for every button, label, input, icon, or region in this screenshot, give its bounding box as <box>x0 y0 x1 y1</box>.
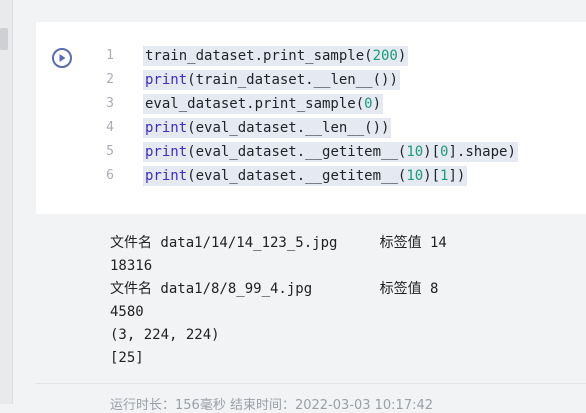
play-circle-icon <box>59 54 66 62</box>
output-line: 文件名 data1/8/8_99_4.jpg 标签值 8 <box>110 281 439 297</box>
code-text[interactable]: print(eval_dataset.__getitem__(10)[0].sh… <box>143 142 518 162</box>
code-text[interactable]: eval_dataset.print_sample(0) <box>143 94 384 114</box>
code-token: ) <box>372 96 382 112</box>
code-line[interactable]: 3 eval_dataset.print_sample(0) <box>100 92 518 116</box>
code-token: )[ <box>423 168 441 184</box>
code-token: (eval_dataset.__len__()) <box>187 120 390 136</box>
code-line[interactable]: 4 print(eval_dataset.__len__()) <box>100 116 518 140</box>
line-number: 4 <box>106 120 114 135</box>
code-text[interactable]: print(eval_dataset.__getitem__(10)[1]) <box>143 166 468 186</box>
code-token: eval_dataset.print_sample( <box>145 96 365 112</box>
code-editor[interactable]: 1 train_dataset.print_sample(200) 2 print(t… <box>100 44 518 188</box>
code-line[interactable]: 1 train_dataset.print_sample(200) <box>100 44 518 68</box>
line-number: 5 <box>106 144 114 159</box>
cell-output: 文件名 data1/14/14_123_5.jpg 标签值 14 18316 文件名… <box>110 232 447 370</box>
keyword-token: print <box>145 120 188 136</box>
code-line[interactable]: 5 print(eval_dataset.__getitem__(10)[0].s… <box>100 140 518 164</box>
line-number: 6 <box>106 168 114 183</box>
code-line[interactable]: 2 print(train_dataset.__len__()) <box>100 68 518 92</box>
code-line[interactable]: 6 print(eval_dataset.__getitem__(10)[1]) <box>100 164 518 188</box>
code-text[interactable]: print(train_dataset.__len__()) <box>143 70 400 90</box>
line-number: 3 <box>106 96 114 111</box>
code-token: ) <box>397 48 407 64</box>
line-number: 1 <box>106 48 114 63</box>
code-text[interactable]: print(eval_dataset.__len__()) <box>143 118 392 138</box>
code-token: (eval_dataset.__getitem__( <box>187 144 407 160</box>
code-token: ]) <box>448 168 466 184</box>
run-cell-button[interactable] <box>52 48 72 68</box>
previous-cell-edge <box>36 0 586 22</box>
number-token: 10 <box>406 144 424 160</box>
code-token: (train_dataset.__len__()) <box>187 72 398 88</box>
number-token: 10 <box>406 168 424 184</box>
keyword-token: print <box>145 144 188 160</box>
number-token: 200 <box>372 48 398 64</box>
footer-divider <box>36 383 586 384</box>
output-line: 文件名 data1/14/14_123_5.jpg 标签值 14 <box>110 235 447 251</box>
output-line: 4580 <box>110 304 144 320</box>
line-number: 2 <box>106 72 114 87</box>
number-token: 0 <box>364 96 373 112</box>
keyword-token: print <box>145 168 188 184</box>
left-gutter <box>0 0 13 404</box>
keyword-token: print <box>145 72 188 88</box>
output-line: (3, 224, 224) <box>110 327 220 343</box>
code-token: (eval_dataset.__getitem__( <box>187 168 407 184</box>
code-text[interactable]: train_dataset.print_sample(200) <box>143 46 409 66</box>
code-token: )[ <box>423 144 441 160</box>
code-token: train_dataset.print_sample( <box>145 48 373 64</box>
code-token: ].shape) <box>448 144 516 160</box>
output-line: 18316 <box>110 258 153 274</box>
output-line: [25] <box>110 350 144 366</box>
scrollbar-thumb[interactable] <box>0 28 8 50</box>
